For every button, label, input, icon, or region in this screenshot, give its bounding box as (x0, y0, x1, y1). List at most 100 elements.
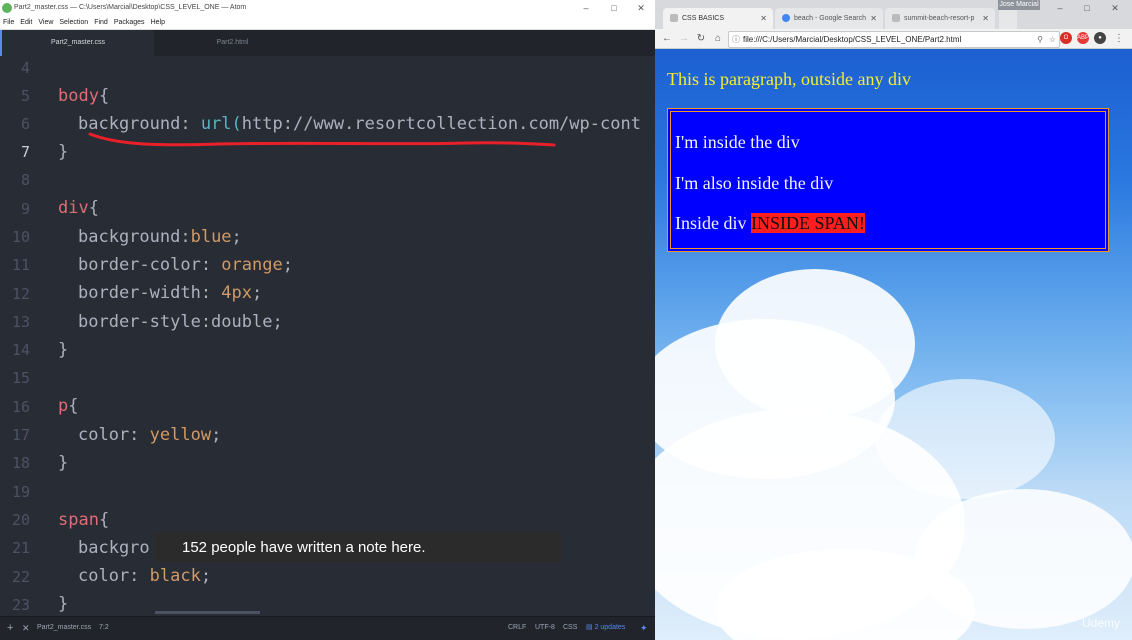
code-line-13[interactable]: border-style:double; (78, 312, 283, 332)
tab-close-icon[interactable]: ✕ (760, 8, 767, 29)
css-property: color: (78, 425, 150, 445)
profile-badge[interactable]: Jose Marcial (998, 0, 1040, 10)
status-cursor-position[interactable]: 7:2 (99, 617, 109, 639)
line-number: 12 (11, 285, 30, 303)
semicolon: ; (282, 255, 293, 275)
tab-close-icon[interactable]: ✕ (870, 8, 877, 29)
back-icon[interactable]: ← (659, 29, 675, 48)
info-icon[interactable]: ⓘ (732, 32, 740, 47)
package-icon: ▤ (586, 624, 595, 631)
tab-close-icon[interactable]: ✕ (982, 8, 989, 29)
forward-icon[interactable]: → (676, 29, 692, 48)
page-viewport: This is paragraph, outside any div I'm i… (655, 49, 1132, 640)
red-annotation-underline (88, 132, 556, 147)
opera-extension-icon[interactable]: O (1060, 32, 1072, 44)
close-icon[interactable]: ✕ (1101, 0, 1129, 16)
new-tab-button[interactable] (999, 8, 1017, 29)
css-property: border-color: (78, 255, 222, 275)
div-paragraph-with-span: Inside div INSIDE SPAN! (675, 213, 865, 234)
maximize-icon[interactable]: □ (1073, 0, 1101, 16)
line-number: 10 (11, 228, 30, 246)
line-number: 16 (11, 398, 30, 416)
chrome-tab-beach-search[interactable]: beach - Google Search ✕ (775, 8, 883, 29)
status-line-ending[interactable]: CRLF (508, 617, 526, 639)
tab-part2-html[interactable]: Part2.html (155, 30, 310, 56)
code-line-18[interactable]: } (58, 453, 68, 473)
address-bar[interactable]: ⓘ file:///C:/Users/Marcial/Desktop/CSS_L… (728, 31, 1060, 48)
line-number-gutter: 4 5 6 7 8 9 10 11 12 13 14 15 16 17 18 1… (0, 56, 45, 616)
chrome-menu-icon[interactable]: ⋮ (1111, 29, 1127, 48)
horizontal-scrollbar[interactable] (155, 611, 260, 614)
close-file-icon[interactable]: ✕ (22, 617, 30, 639)
adblock-icon[interactable]: ABP (1077, 32, 1089, 44)
demo-div-box: I'm inside the div I'm also inside the d… (667, 108, 1109, 252)
twitter-icon[interactable]: ✦ (640, 617, 648, 639)
menu-view[interactable]: View (35, 16, 56, 29)
tooltip-text: 152 people have written a note here. (182, 539, 426, 556)
menu-file[interactable]: File (0, 16, 17, 29)
maximize-icon[interactable]: □ (600, 0, 628, 16)
line-number: 9 (20, 200, 30, 218)
css-value: black (149, 566, 201, 586)
semicolon: ; (211, 425, 222, 445)
code-line-5[interactable]: body{ (58, 86, 109, 106)
minimize-icon[interactable]: – (572, 0, 600, 16)
semicolon: ; (231, 227, 242, 247)
menu-edit[interactable]: Edit (17, 16, 35, 29)
status-grammar[interactable]: CSS (563, 617, 577, 639)
css-property: color: (78, 566, 150, 586)
paragraph-outside-div: This is paragraph, outside any div (667, 69, 911, 89)
div-paragraph: I'm inside the div (675, 132, 800, 152)
code-line-22[interactable]: color: black; (78, 566, 211, 586)
cloud (875, 379, 1055, 499)
css-selector: body (58, 86, 99, 106)
code-line-12[interactable]: border-width: 4px; (78, 283, 262, 303)
line-number: 23 (11, 596, 30, 614)
extension-icon[interactable]: ● (1094, 32, 1106, 44)
add-icon[interactable]: + (7, 617, 13, 639)
chrome-tab-css-basics[interactable]: CSS BASICS ✕ (663, 8, 773, 29)
code-line-16[interactable]: p{ (58, 396, 79, 416)
line-number: 20 (11, 511, 30, 529)
close-icon[interactable]: ✕ (627, 0, 655, 16)
minimize-icon[interactable]: – (1046, 0, 1074, 16)
atom-tab-bar: Part2_master.css Part2.html (0, 30, 655, 56)
code-line-9[interactable]: div{ (58, 198, 99, 218)
status-file-name[interactable]: Part2_master.css (37, 617, 91, 639)
reload-icon[interactable]: ↻ (693, 29, 709, 48)
tab-label: CSS BASICS (682, 15, 725, 22)
menu-help[interactable]: Help (148, 16, 168, 29)
home-icon[interactable]: ⌂ (710, 29, 726, 48)
tab-part2-master-css[interactable]: Part2_master.css (0, 30, 154, 56)
div-paragraph-text: Inside div (675, 213, 751, 233)
css-selector: span (58, 510, 99, 530)
menu-find[interactable]: Find (91, 16, 111, 29)
notes-tooltip: 152 people have written a note here. (154, 532, 561, 563)
line-number-current: 7 (20, 143, 30, 161)
semicolon: ; (252, 283, 263, 303)
line-number: 17 (11, 426, 30, 444)
code-line-11[interactable]: border-color: orange; (78, 255, 293, 275)
code-line-10[interactable]: background:blue; (78, 227, 242, 247)
code-line-7[interactable]: } (58, 142, 68, 162)
zoom-icon[interactable]: ⚲ (1037, 32, 1043, 47)
status-updates[interactable]: ▤ 2 updates (586, 617, 625, 639)
inside-span: INSIDE SPAN! (751, 213, 865, 233)
css-value: yellow (149, 425, 212, 445)
line-number: 15 (11, 369, 30, 387)
css-selector: p (58, 396, 69, 416)
google-icon (782, 14, 790, 23)
menu-selection[interactable]: Selection (56, 16, 91, 29)
bookmark-star-icon[interactable]: ☆ (1049, 32, 1056, 47)
brace: { (88, 198, 99, 218)
chrome-tab-strip: CSS BASICS ✕ beach - Google Search ✕ summi… (655, 0, 1132, 29)
code-line-21[interactable]: backgro (78, 538, 150, 558)
code-line-23[interactable]: } (58, 594, 68, 614)
code-line-17[interactable]: color: yellow; (78, 425, 221, 445)
code-line-14[interactable]: } (58, 340, 68, 360)
status-encoding[interactable]: UTF-8 (535, 617, 555, 639)
chrome-tab-summit-beach[interactable]: summit-beach-resort-p ✕ (885, 8, 995, 29)
atom-window-title: Part2_master.css — C:\Users\Marcial\Desk… (14, 4, 247, 11)
code-line-20[interactable]: span{ (58, 510, 109, 530)
menu-packages[interactable]: Packages (111, 16, 148, 29)
